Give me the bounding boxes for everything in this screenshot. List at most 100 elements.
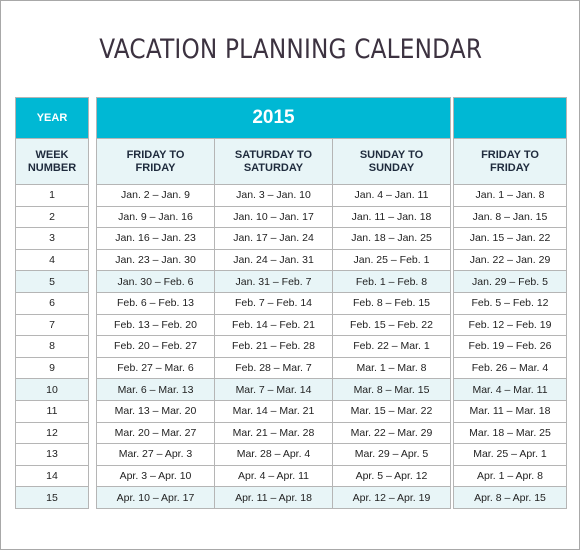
table-row: Jan. 22 – Jan. 29 [453, 248, 567, 272]
table-row: Apr. 10 – Apr. 17 Apr. 11 – Apr. 18 Apr. 1… [96, 486, 451, 509]
saturday-range: Apr. 4 – Apr. 11 [214, 464, 333, 488]
friday-range: Feb. 27 – Mar. 6 [96, 356, 215, 380]
table-row: 5 [15, 270, 89, 293]
week-number: 11 [15, 399, 89, 423]
week-number: 10 [15, 378, 89, 401]
table-row: Jan. 8 – Jan. 15 [453, 205, 567, 229]
saturday-range: Jan. 24 – Jan. 31 [214, 248, 333, 272]
friday-range-2: Jan. 15 – Jan. 22 [453, 227, 567, 250]
table-row: Jan. 30 – Feb. 6 Jan. 31 – Feb. 7 Feb. 1 –… [96, 270, 451, 293]
sunday-range: Feb. 22 – Mar. 1 [332, 335, 451, 358]
week-number: 1 [15, 184, 89, 207]
week-number: 8 [15, 335, 89, 358]
friday-range: Jan. 30 – Feb. 6 [96, 270, 215, 293]
sunday-range: Jan. 25 – Feb. 1 [332, 248, 451, 272]
friday-range: Mar. 13 – Mar. 20 [96, 399, 215, 423]
table-row: 13 [15, 443, 89, 466]
header-line2: SUNDAY [368, 161, 415, 174]
extra-year-value [453, 97, 567, 139]
friday-range: Feb. 20 – Feb. 27 [96, 335, 215, 358]
friday-range: Feb. 13 – Feb. 20 [96, 313, 215, 337]
table-row: 6 [15, 291, 89, 315]
sunday-range: Apr. 12 – Apr. 19 [332, 486, 451, 509]
table-row: 3 [15, 227, 89, 250]
friday-range: Apr. 10 – Apr. 17 [96, 486, 215, 509]
friday-range: Mar. 20 – Mar. 27 [96, 421, 215, 445]
table-row: 1 [15, 184, 89, 207]
table-row: Feb. 5 – Feb. 12 [453, 291, 567, 315]
saturday-range: Mar. 7 – Mar. 14 [214, 378, 333, 401]
page-title: VACATION PLANNING CALENDAR [99, 34, 483, 65]
sunday-range: Mar. 8 – Mar. 15 [332, 378, 451, 401]
table-row: Feb. 13 – Feb. 20 Feb. 14 – Feb. 21 Feb. 1… [96, 313, 451, 337]
table-row: 14 [15, 464, 89, 488]
sunday-range: Feb. 1 – Feb. 8 [332, 270, 451, 293]
sunday-range: Mar. 15 – Mar. 22 [332, 399, 451, 423]
week-header-line2: NUMBER [27, 161, 77, 174]
table-row: Feb. 20 – Feb. 27 Feb. 21 – Feb. 28 Feb. 2… [96, 335, 451, 358]
friday-range-2: Feb. 19 – Feb. 26 [453, 335, 567, 358]
header-line1: FRIDAY TO [481, 148, 539, 161]
sunday-range: Jan. 18 – Jan. 25 [332, 227, 451, 250]
friday-range-2: Feb. 5 – Feb. 12 [453, 291, 567, 315]
header-line1: SUNDAY TO [359, 148, 424, 161]
week-number: 12 [15, 421, 89, 445]
column-header-friday-2: FRIDAY TO FRIDAY [453, 138, 567, 185]
table-row: Jan. 15 – Jan. 22 [453, 227, 567, 250]
week-number: 13 [15, 443, 89, 466]
table-row: Feb. 19 – Feb. 26 [453, 335, 567, 358]
table-row: 10 [15, 378, 89, 401]
table-row: Apr. 3 – Apr. 10 Apr. 4 – Apr. 11 Apr. 5 –… [96, 464, 451, 488]
table-row: Mar. 11 – Mar. 18 [453, 399, 567, 423]
table-row: Jan. 9 – Jan. 16 Jan. 10 – Jan. 17 Jan. 11… [96, 205, 451, 229]
friday-range-2: Jan. 1 – Jan. 8 [453, 184, 567, 207]
table-row: Mar. 20 – Mar. 27 Mar. 21 – Mar. 28 Mar. 2… [96, 421, 451, 445]
sunday-range: Mar. 1 – Mar. 8 [332, 356, 451, 380]
table-row: 9 [15, 356, 89, 380]
table-row: Mar. 6 – Mar. 13 Mar. 7 – Mar. 14 Mar. 8 –… [96, 378, 451, 401]
saturday-range: Jan. 3 – Jan. 10 [214, 184, 333, 207]
saturday-range: Feb. 14 – Feb. 21 [214, 313, 333, 337]
sunday-range: Mar. 29 – Apr. 5 [332, 443, 451, 466]
friday-range-2: Jan. 22 – Jan. 29 [453, 248, 567, 272]
week-number-header: WEEK NUMBER [15, 138, 89, 185]
table-row: Feb. 27 – Mar. 6 Feb. 28 – Mar. 7 Mar. 1 –… [96, 356, 451, 380]
friday-range-2: Feb. 26 – Mar. 4 [453, 356, 567, 380]
table-row: Jan. 16 – Jan. 23 Jan. 17 – Jan. 24 Jan. 1… [96, 227, 451, 250]
year-value: 2015 [96, 97, 451, 139]
table-row: Feb. 26 – Mar. 4 [453, 356, 567, 380]
week-number: 5 [15, 270, 89, 293]
header-line1: SATURDAY TO [234, 148, 313, 161]
sunday-range: Feb. 8 – Feb. 15 [332, 291, 451, 315]
week-number: 3 [15, 227, 89, 250]
table-row: Jan. 29 – Feb. 5 [453, 270, 567, 293]
saturday-range: Jan. 17 – Jan. 24 [214, 227, 333, 250]
sunday-range: Jan. 4 – Jan. 11 [332, 184, 451, 207]
friday-range: Jan. 16 – Jan. 23 [96, 227, 215, 250]
table-row: 15 [15, 486, 89, 509]
saturday-range: Mar. 14 – Mar. 21 [214, 399, 333, 423]
friday-range-2: Mar. 4 – Mar. 11 [453, 378, 567, 401]
header-line2: FRIDAY [490, 161, 530, 174]
header-line2: FRIDAY [135, 161, 176, 174]
friday-range-2: Mar. 18 – Mar. 25 [453, 421, 567, 445]
week-number: 4 [15, 248, 89, 272]
header-line2: SATURDAY [243, 161, 304, 174]
week-number: 7 [15, 313, 89, 337]
friday-range-2: Jan. 29 – Feb. 5 [453, 270, 567, 293]
table-row: Mar. 27 – Apr. 3 Mar. 28 – Apr. 4 Mar. 29 … [96, 443, 451, 466]
table-row: Jan. 2 – Jan. 9 Jan. 3 – Jan. 10 Jan. 4 – … [96, 184, 451, 207]
table-row: Feb. 12 – Feb. 19 [453, 313, 567, 337]
friday-range: Jan. 9 – Jan. 16 [96, 205, 215, 229]
saturday-range: Jan. 31 – Feb. 7 [214, 270, 333, 293]
year-label: YEAR [15, 97, 89, 139]
table-row: Mar. 4 – Mar. 11 [453, 378, 567, 401]
sunday-range: Feb. 15 – Feb. 22 [332, 313, 451, 337]
friday-range-2: Mar. 25 – Apr. 1 [453, 443, 567, 466]
table-row: Apr. 1 – Apr. 8 [453, 464, 567, 488]
saturday-range: Apr. 11 – Apr. 18 [214, 486, 333, 509]
week-number-column: YEAR WEEK NUMBER 1 2 3 4 5 6 7 8 9 10 11 12 13 14 15 [15, 97, 89, 509]
week-number: 9 [15, 356, 89, 380]
saturday-range: Feb. 28 – Mar. 7 [214, 356, 333, 380]
table-row: Jan. 23 – Jan. 30 Jan. 24 – Jan. 31 Jan. 2… [96, 248, 451, 272]
